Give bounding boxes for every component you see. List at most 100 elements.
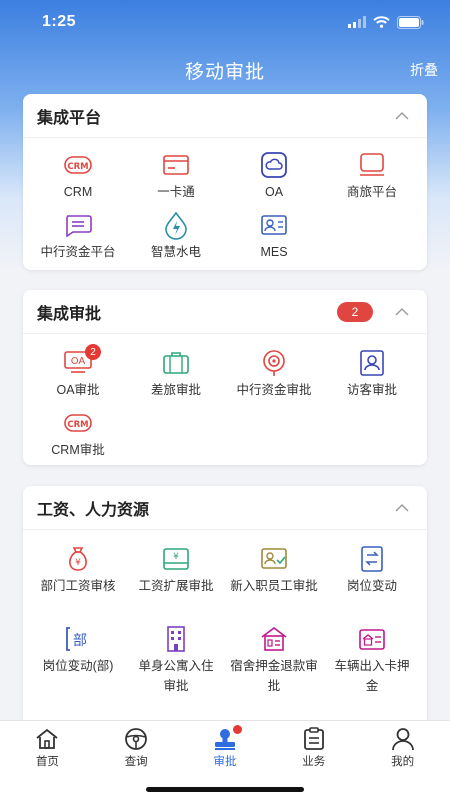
target-icon <box>259 348 289 378</box>
chevron-up-icon[interactable] <box>395 503 409 512</box>
svg-text:CRM: CRM <box>67 162 88 172</box>
chat-list-icon <box>63 210 93 240</box>
app-label: 车辆出入卡押金 <box>334 659 410 693</box>
status-time: 1:25 <box>42 13 77 30</box>
app-position-change-dept[interactable]: 部 岗位变动(部) <box>29 624 127 694</box>
svg-text:OA: OA <box>71 356 86 367</box>
app-vehicle-card-deposit[interactable]: 车辆出入卡押金 <box>323 624 421 694</box>
app-label: 中行资金平台 <box>40 245 116 259</box>
status-bar: 1:25 <box>0 0 450 44</box>
app-business-travel[interactable]: 商旅平台 <box>323 150 421 210</box>
app-label: 宿舍押金退款审批 <box>230 659 318 693</box>
app-label: MES <box>260 245 288 259</box>
app-crm[interactable]: CRM CRM <box>29 150 127 210</box>
app-one-card[interactable]: 一卡通 <box>127 150 225 210</box>
app-smart-water-power[interactable]: 智慧水电 <box>127 210 225 270</box>
app-travel-approval[interactable]: 差旅审批 <box>127 348 225 408</box>
app-boc-fund-platform[interactable]: 中行资金平台 <box>29 210 127 270</box>
building-icon <box>161 624 191 654</box>
app-mes[interactable]: MES <box>225 210 323 270</box>
app-label: OA <box>264 185 284 199</box>
house-icon <box>259 624 289 654</box>
app-label: 新入职员工审批 <box>230 579 318 593</box>
nav-bar: 移动审批 折叠 <box>0 52 450 88</box>
wifi-icon <box>373 16 390 28</box>
home-icon <box>36 728 58 749</box>
app-label: 一卡通 <box>157 185 195 199</box>
tab-label: 首页 <box>35 756 59 768</box>
visitor-icon <box>357 348 387 378</box>
svg-text:CRM: CRM <box>67 420 88 430</box>
house-card-icon <box>357 624 387 654</box>
person-icon <box>391 728 414 751</box>
section-header[interactable]: 集成平台 <box>23 94 427 138</box>
section-salary-hr: 工资、人力资源 ¥ 部门工资审核 ¥ 工资扩展审批 新入职员工审批 岗位变动 部… <box>23 486 427 736</box>
home-indicator <box>146 787 304 792</box>
app-label: CRM <box>63 185 93 199</box>
app-apartment-checkin-approval[interactable]: 单身公寓入住审批 <box>127 624 225 694</box>
monitor-icon <box>357 150 387 180</box>
suitcase-icon <box>161 348 191 378</box>
app-label: 商旅平台 <box>346 185 397 199</box>
cloud-icon <box>259 150 289 180</box>
battery-icon <box>397 15 424 29</box>
water-power-icon <box>161 210 191 240</box>
tab-mine[interactable]: 我的 <box>358 721 447 800</box>
svg-text:部: 部 <box>73 633 87 649</box>
app-label: 智慧水电 <box>150 245 201 259</box>
app-label: 岗位变动(部) <box>42 659 114 673</box>
tab-label: 查询 <box>124 756 148 768</box>
signal-icon <box>348 16 366 28</box>
id-card-icon <box>259 210 289 240</box>
crm-icon: CRM <box>63 150 93 180</box>
svg-text:¥: ¥ <box>173 552 179 562</box>
doc-swap-icon <box>357 544 387 574</box>
card-icon <box>161 150 191 180</box>
crm-icon: CRM <box>63 408 93 438</box>
app-oa-approval[interactable]: OA 2 OA审批 <box>29 344 127 408</box>
page-title: 移动审批 <box>184 61 265 83</box>
app-label: 工资扩展审批 <box>138 579 214 593</box>
app-crm-approval[interactable]: CRM CRM审批 <box>29 408 127 468</box>
app-label: 访客审批 <box>346 383 397 397</box>
svg-text:¥: ¥ <box>75 558 81 568</box>
app-oa[interactable]: OA <box>225 150 323 210</box>
section-integrated-platform: 集成平台 CRM CRM 一卡通 OA 商旅平台 中行资金平台 智慧水电 MES <box>23 94 427 270</box>
notification-dot <box>232 725 242 734</box>
app-label: 差旅审批 <box>150 383 201 397</box>
app-visitor-approval[interactable]: 访客审批 <box>323 348 421 408</box>
chevron-up-icon[interactable] <box>395 111 409 120</box>
app-new-employee-approval[interactable]: 新入职员工审批 <box>225 544 323 624</box>
app-position-change[interactable]: 岗位变动 <box>323 544 421 624</box>
app-label: 单身公寓入住审批 <box>138 659 214 693</box>
section-title: 集成审批 <box>37 305 102 323</box>
app-label: 岗位变动 <box>346 579 397 593</box>
dept-icon: 部 <box>63 624 93 654</box>
clipboard-icon <box>303 727 324 750</box>
app-dept-salary-review[interactable]: ¥ 部门工资审核 <box>29 544 127 624</box>
money-bag-icon: ¥ <box>63 544 93 574</box>
status-icons <box>348 15 424 29</box>
section-header[interactable]: 工资、人力资源 <box>23 486 427 530</box>
chevron-up-icon[interactable] <box>395 307 409 316</box>
money-card-icon: ¥ <box>161 544 191 574</box>
app-boc-fund-approval[interactable]: 中行资金审批 <box>225 348 323 408</box>
app-label: OA审批 <box>56 383 100 397</box>
notification-badge: 2 <box>85 344 101 360</box>
tab-label: 我的 <box>391 756 415 768</box>
steering-icon <box>125 728 148 750</box>
section-integrated-approval: 集成审批 2 OA 2 OA审批 差旅审批 中行资金审批 访客审批 CRM CR… <box>23 290 427 465</box>
tab-label: 审批 <box>213 756 237 768</box>
section-title: 工资、人力资源 <box>37 501 150 519</box>
app-label: 中行资金审批 <box>236 383 312 397</box>
app-label: 部门工资审核 <box>40 579 116 593</box>
app-salary-extension-approval[interactable]: ¥ 工资扩展审批 <box>127 544 225 624</box>
tab-home[interactable]: 首页 <box>3 721 92 800</box>
tab-label: 业务 <box>302 756 326 768</box>
app-dorm-deposit-refund-approval[interactable]: 宿舍押金退款审批 <box>225 624 323 694</box>
section-header[interactable]: 集成审批 2 <box>23 290 427 334</box>
app-label: CRM审批 <box>51 443 105 457</box>
section-title: 集成平台 <box>37 109 102 127</box>
fold-button[interactable]: 折叠 <box>410 60 438 80</box>
new-employee-icon <box>259 544 289 574</box>
